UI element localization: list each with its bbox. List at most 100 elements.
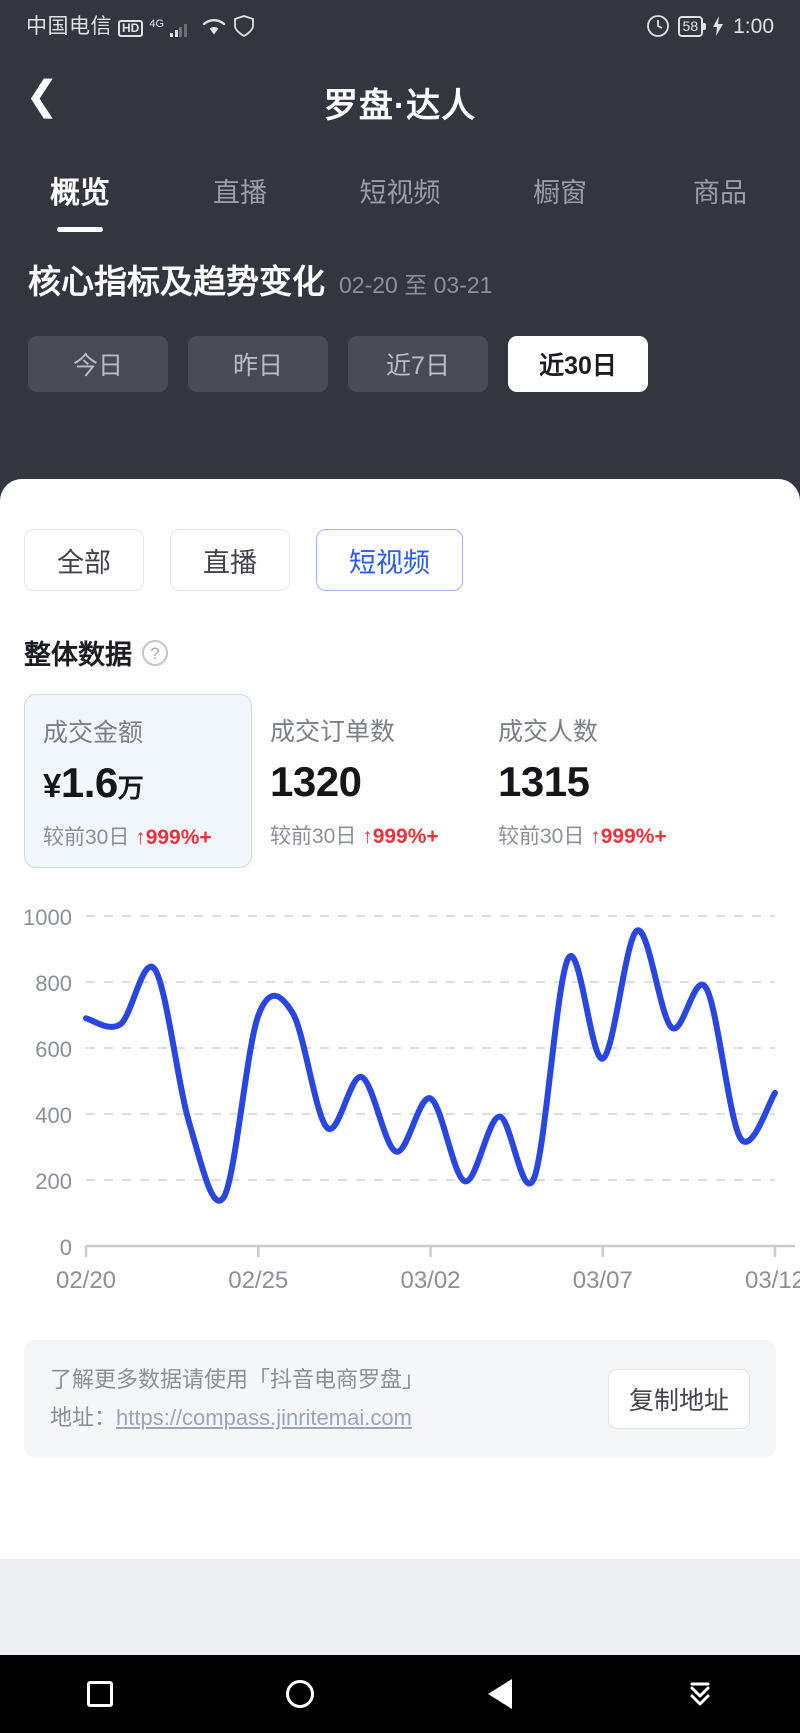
channel-filter-group: 全部 直播 短视频: [0, 479, 800, 591]
overall-data-title: 整体数据: [24, 640, 132, 670]
metric-unit: 万: [117, 773, 144, 803]
note-text: 了解更多数据请使用「抖音电商罗盘」 地址：https://compass.jin…: [50, 1361, 424, 1437]
core-metrics-title: 核心指标及趋势变化: [28, 263, 325, 300]
compass-info-note: 了解更多数据请使用「抖音电商罗盘」 地址：https://compass.jin…: [24, 1340, 776, 1458]
phone-screen: 中国电信 HD 4G 58 1:00 ❮ 罗盘·达人 概览 直播 短视频 橱窗 …: [0, 0, 800, 1733]
tab-overview-label: 概览: [50, 177, 110, 210]
range-button-last-30-days[interactable]: 近30日: [508, 336, 648, 392]
metric-card-gmv[interactable]: 成交金额 ¥1.6万 较前30日 ↑999%+: [24, 694, 252, 868]
metric-value: 1315: [498, 758, 690, 806]
home-circle-icon[interactable]: [280, 1674, 320, 1714]
metric-number: 1.6: [60, 759, 118, 806]
compass-url-link[interactable]: https://compass.jinritemai.com: [116, 1405, 412, 1430]
trend-chart: 0 200 400 600 800 1000 02/20 02/25 03/02 03/07 03/…: [0, 894, 800, 1314]
tab-overview[interactable]: 概览: [0, 168, 160, 232]
metric-label: 成交金额: [43, 719, 144, 747]
comparison-prefix: 较前30日: [43, 826, 130, 849]
x-axis-tick-label: 03/02: [400, 1267, 460, 1294]
alarm-icon: [646, 15, 669, 37]
x-axis-tick-label: 02/20: [56, 1267, 116, 1294]
y-axis-tick-label: 800: [35, 971, 72, 996]
section-tabs: 概览 直播 短视频 橱窗 商品: [0, 150, 800, 232]
carrier-label: 中国电信: [26, 15, 112, 38]
comparison-change: ↑999%+: [135, 826, 211, 849]
up-arrow-icon: ↑: [135, 826, 146, 849]
network-type-label: 4G: [149, 18, 165, 30]
metric-comparison: 较前30日 ↑999%+: [498, 820, 690, 850]
metric-card-buyers[interactable]: 成交人数 1315 较前30日 ↑999%+: [480, 694, 708, 868]
battery-level-indicator: 58: [677, 15, 706, 37]
date-range-selector: 今日 昨日 近7日 近30日: [0, 303, 800, 392]
comparison-prefix: 较前30日: [498, 825, 585, 848]
up-arrow-icon: ↑: [362, 825, 373, 848]
trend-line-series: [83, 927, 778, 1204]
filter-chip-all[interactable]: 全部: [24, 529, 144, 591]
vpn-shield-icon: [233, 15, 254, 37]
range-button-today[interactable]: 今日: [28, 336, 168, 392]
overall-data-heading: 整体数据 ?: [0, 591, 800, 672]
tab-short-video-label: 短视频: [359, 177, 441, 208]
status-bar-right: 58 1:00: [646, 14, 774, 38]
range-button-yesterday[interactable]: 昨日: [188, 336, 328, 392]
tab-showcase[interactable]: 橱窗: [480, 171, 640, 210]
metric-label: 成交人数: [498, 718, 599, 746]
tab-short-video[interactable]: 短视频: [320, 171, 480, 210]
range-button-last-7-days[interactable]: 近7日: [348, 336, 488, 392]
metric-card-group: 成交金额 ¥1.6万 较前30日 ↑999%+ 成交订单数 1320 较前30日…: [0, 672, 800, 868]
content-sheet: 全部 直播 短视频 整体数据 ? 成交金额 ¥1.6万 较前30日 ↑999%+…: [0, 479, 800, 1559]
comparison-change: ↑999%+: [362, 825, 438, 848]
question-mark-icon[interactable]: ?: [142, 639, 168, 666]
metric-number: 1315: [498, 758, 590, 805]
page-bottom-spacer: [0, 1559, 800, 1655]
y-axis-tick-label: 1000: [23, 905, 72, 930]
metric-number: 1320: [270, 758, 362, 805]
core-metrics-title-row: 核心指标及趋势变化 02-20 至 03-21: [0, 255, 800, 303]
y-axis-tick-label: 200: [35, 1169, 72, 1194]
metric-value: 1320: [270, 758, 462, 806]
system-navigation-bar: [0, 1655, 800, 1733]
recent-apps-square-icon[interactable]: [80, 1674, 120, 1714]
clock-label: 1:00: [733, 14, 774, 38]
back-triangle-icon[interactable]: [480, 1674, 520, 1714]
x-axis-tick-label: 03/07: [573, 1267, 633, 1294]
comparison-percent: 999%+: [145, 826, 212, 849]
note-line-2: 地址：https://compass.jinritemai.com: [50, 1399, 424, 1437]
y-axis-tick-label: 0: [60, 1235, 72, 1260]
tab-active-underline: [57, 227, 103, 232]
metric-label: 成交订单数: [270, 718, 396, 746]
comparison-prefix: 较前30日: [270, 825, 357, 848]
comparison-percent: 999%+: [600, 825, 667, 848]
comparison-change: ↑999%+: [590, 825, 666, 848]
hd-badge-icon: HD: [118, 20, 144, 37]
trend-chart-svg: 0 200 400 600 800 1000 02/20 02/25 03/02 03/07 03/…: [23, 905, 800, 1294]
tab-products[interactable]: 商品: [640, 171, 800, 210]
metric-comparison: 较前30日 ↑999%+: [270, 820, 462, 850]
x-axis-tick-label: 03/12: [745, 1267, 800, 1294]
page-title: 罗盘·达人: [323, 87, 477, 125]
note-address-prefix: 地址：: [50, 1405, 117, 1430]
comparison-percent: 999%+: [372, 825, 439, 848]
status-bar-left: 中国电信 HD 4G: [26, 15, 255, 37]
filter-chip-short-video[interactable]: 短视频: [316, 529, 463, 591]
y-axis-tick-label: 400: [35, 1103, 72, 1128]
note-line-1: 了解更多数据请使用「抖音电商罗盘」: [50, 1367, 425, 1392]
copy-address-button[interactable]: 复制地址: [608, 1369, 750, 1429]
wifi-icon: [202, 19, 225, 35]
status-bar: 中国电信 HD 4G 58 1:00: [0, 0, 800, 52]
tab-live[interactable]: 直播: [160, 171, 320, 210]
currency-symbol: ¥: [43, 767, 61, 804]
app-navigation-bar: ❮ 罗盘·达人: [0, 52, 800, 144]
signal-bars-icon: [170, 21, 187, 37]
tab-live-label: 直播: [213, 177, 267, 208]
charging-bolt-icon: [713, 16, 724, 36]
tab-products-label: 商品: [693, 177, 747, 208]
metric-comparison: 较前30日 ↑999%+: [43, 821, 233, 851]
date-range-label: 02-20 至 03-21: [339, 272, 493, 298]
core-metrics-header: 核心指标及趋势变化 02-20 至 03-21 今日 昨日 近7日 近30日: [0, 255, 800, 392]
metric-value: ¥1.6万: [43, 759, 233, 807]
x-axis-tick-label: 02/25: [228, 1267, 288, 1294]
collapse-keyboard-icon[interactable]: [680, 1674, 720, 1714]
y-axis-tick-label: 600: [35, 1037, 72, 1062]
metric-card-orders[interactable]: 成交订单数 1320 较前30日 ↑999%+: [252, 694, 480, 868]
filter-chip-live[interactable]: 直播: [170, 529, 290, 591]
